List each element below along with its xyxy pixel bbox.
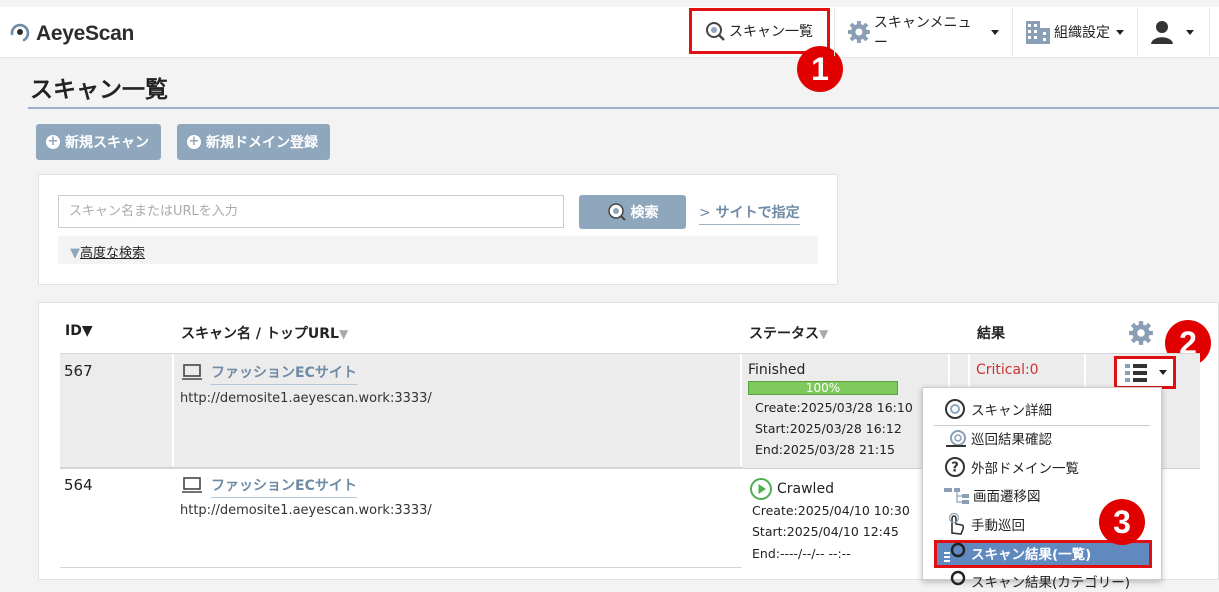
status-text: Crawled (777, 481, 834, 497)
column-header-status[interactable]: ステータス▼ (749, 323, 828, 343)
nav-scan-menu[interactable]: スキャンメニュー (834, 8, 1011, 56)
svg-text:?: ? (951, 461, 959, 476)
column-header-name-label: スキャン名 / トップURL (181, 326, 339, 342)
nav-scan-list[interactable]: スキャン一覧 (689, 8, 830, 54)
menu-item-external-domains[interactable]: ? 外部ドメイン一覧 (944, 456, 1079, 478)
menu-item-manual-crawl[interactable]: 手動巡回 (944, 513, 1025, 535)
nav-scan-menu-label: スキャンメニュー (873, 15, 972, 51)
scan-results-list-icon (944, 542, 966, 562)
row-action-menu-button[interactable] (1114, 356, 1176, 389)
column-header-status-label: ステータス (749, 326, 819, 342)
list-menu-icon (1125, 363, 1147, 382)
search-button-label: 検索 (630, 205, 659, 221)
search-button[interactable]: 検索 (579, 195, 686, 229)
building-icon (1026, 21, 1050, 44)
row-id: 564 (64, 476, 93, 494)
page-title: スキャン一覧 (30, 77, 168, 103)
chevron-down-icon (1159, 370, 1167, 375)
column-header-id[interactable]: ID▼ (65, 323, 93, 339)
menu-divider (934, 425, 1150, 426)
scan-name-link[interactable]: ファッションECサイト (211, 362, 357, 385)
new-domain-label: 新規ドメイン登録 (206, 135, 318, 151)
new-scan-label: 新規スキャン (65, 135, 149, 151)
scan-search-icon (706, 22, 725, 41)
sort-icon: ▼ (819, 327, 829, 341)
menu-item-scan-results-category[interactable]: スキャン結果(カテゴリー) (944, 570, 1130, 592)
snail-icon (946, 430, 966, 447)
menu-item-label: 画面遷移図 (973, 489, 1041, 505)
menu-item-label: スキャン結果(一覧) (971, 547, 1092, 563)
new-scan-button[interactable]: + 新規スキャン (36, 124, 161, 160)
create-time: Create:2025/03/28 16:10 (755, 400, 913, 415)
sitemap-icon (944, 488, 969, 504)
annotation-badge-3: 3 (1099, 499, 1145, 545)
end-time: End:----/--/-- --:-- (752, 546, 851, 561)
menu-item-transition-diagram[interactable]: 画面遷移図 (944, 484, 1041, 506)
scan-url: http://demosite1.aeyescan.work:3333/ (180, 391, 432, 406)
search-panel (38, 174, 838, 285)
new-domain-button[interactable]: + 新規ドメイン登録 (177, 124, 330, 160)
nav-user-menu[interactable] (1137, 8, 1210, 56)
gear-icon (847, 21, 870, 43)
row-divider (60, 467, 742, 468)
play-circle-icon (750, 478, 772, 500)
start-time: Start:2025/04/10 12:45 (752, 524, 899, 539)
menu-item-scan-detail[interactable]: スキャン詳細 (944, 398, 1052, 420)
advanced-search-toggle[interactable]: ▼高度な検索 (70, 242, 145, 261)
title-divider (28, 107, 1219, 109)
row-id: 567 (64, 362, 93, 380)
scan-results-category-icon (950, 570, 966, 586)
nav-scan-list-label: スキャン一覧 (729, 24, 813, 40)
site-filter-label: サイトで指定 (715, 205, 800, 221)
user-icon (1151, 21, 1173, 44)
menu-item-label: 外部ドメイン一覧 (971, 461, 1079, 477)
menu-item-label: スキャン結果(カテゴリー) (971, 575, 1131, 591)
nav-org-settings[interactable]: 組織設定 (1012, 8, 1136, 56)
search-input[interactable] (58, 195, 564, 228)
column-header-id-label: ID (65, 323, 82, 339)
advanced-search-area (58, 236, 818, 264)
column-divider (740, 354, 742, 466)
nav-org-settings-label: 組織設定 (1054, 25, 1110, 41)
search-icon (607, 203, 626, 221)
scan-url: http://demosite1.aeyescan.work:3333/ (180, 503, 432, 518)
chevron-down-icon (1186, 29, 1194, 35)
chevron-down-icon (1116, 29, 1124, 35)
create-time: Create:2025/04/10 10:30 (752, 503, 910, 518)
menu-item-label: スキャン詳細 (971, 403, 1052, 419)
desktop-icon (182, 477, 202, 493)
logo-icon (10, 23, 30, 42)
desktop-icon (182, 364, 202, 380)
site-filter-link[interactable]: > サイトで指定 (699, 202, 800, 225)
critical-count: Critical:0 (976, 362, 1039, 378)
menu-item-label: 巡回結果確認 (971, 432, 1052, 448)
advanced-search-label: 高度な検索 (80, 246, 146, 261)
menu-item-crawl-results[interactable]: 巡回結果確認 (944, 427, 1052, 449)
chevron-right-icon: > (699, 205, 711, 221)
plus-icon: + (187, 134, 201, 149)
row-divider (60, 567, 742, 568)
menu-item-label: 手動巡回 (971, 518, 1025, 534)
scan-name-link[interactable]: ファッションECサイト (211, 475, 357, 498)
column-divider (172, 354, 174, 466)
table-settings-gear-icon[interactable] (1128, 320, 1154, 346)
scan-detail-icon (945, 399, 965, 419)
app-logo[interactable]: AeyeScan (36, 22, 134, 46)
start-time: Start:2025/03/28 16:12 (755, 421, 902, 436)
plus-icon: + (46, 134, 60, 149)
chevron-down-icon (991, 29, 999, 35)
progress-bar: 100% (748, 381, 898, 395)
sort-desc-icon: ▼ (81, 323, 93, 339)
column-header-result: 結果 (977, 326, 1005, 342)
menu-item-scan-results-list[interactable]: スキャン結果(一覧) (944, 542, 1091, 564)
hand-pointer-icon (948, 513, 965, 535)
end-time: End:2025/03/28 21:15 (755, 442, 896, 457)
sort-icon: ▼ (338, 327, 349, 341)
question-circle-icon: ? (945, 457, 965, 477)
triangle-down-icon: ▼ (70, 246, 80, 261)
column-header-name[interactable]: スキャン名 / トップURL▼ (181, 323, 348, 343)
status-text: Finished (748, 362, 806, 378)
